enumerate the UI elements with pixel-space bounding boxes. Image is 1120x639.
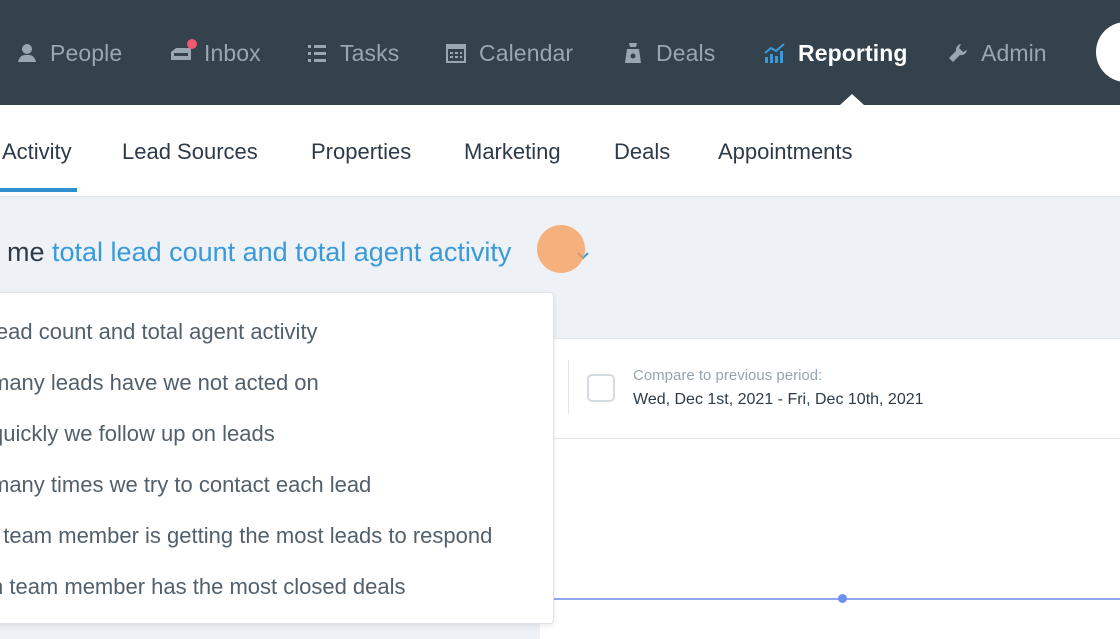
tab-marketing[interactable]: Marketing — [464, 139, 561, 165]
tab-lead-sources[interactable]: Lead Sources — [122, 139, 258, 165]
dropdown-option[interactable]: many leads have we not acted on — [0, 370, 319, 396]
nav-deals-label: Deals — [656, 39, 716, 66]
compare-checkbox[interactable] — [587, 374, 615, 402]
report-subtabs: Activity Lead Sources Properties Marketi… — [0, 105, 1120, 197]
calendar-icon — [443, 40, 469, 66]
compare-date-range: Wed, Dec 1st, 2021 - Fri, Dec 10th, 2021 — [633, 391, 924, 408]
top-nav: People Inbox Tasks Calendar Deals Report… — [0, 0, 1120, 105]
tab-properties[interactable]: Properties — [311, 139, 411, 165]
nav-admin[interactable]: Admin — [945, 36, 1047, 70]
tab-appointments[interactable]: Appointments — [718, 139, 853, 165]
nav-people-label: People — [50, 39, 123, 66]
active-nav-caret — [840, 94, 864, 105]
dropdown-option[interactable]: h team member has the most closed deals — [0, 574, 406, 600]
active-tab-underline — [0, 188, 77, 192]
search-button[interactable] — [1096, 22, 1120, 82]
nav-admin-label: Admin — [981, 39, 1047, 66]
reporting-icon — [762, 40, 788, 66]
inbox-icon — [168, 39, 197, 66]
report-dropdown-menu: lead count and total agent activity many… — [0, 292, 554, 624]
nav-reporting[interactable]: Reporting — [762, 36, 908, 70]
report-selector-value[interactable]: total lead count and total agent activit… — [52, 237, 511, 267]
nav-deals[interactable]: Deals — [620, 36, 715, 70]
tasks-icon — [304, 40, 330, 66]
deals-icon — [620, 40, 646, 66]
nav-reporting-label: Reporting — [798, 39, 908, 66]
inbox-badge — [187, 39, 197, 49]
chart-series-line — [540, 598, 1120, 600]
chart-point — [838, 594, 847, 603]
tab-activity[interactable]: Activity — [2, 139, 72, 165]
nav-tasks[interactable]: Tasks — [304, 36, 399, 70]
nav-inbox[interactable]: Inbox — [168, 36, 261, 70]
dropdown-option[interactable]: t team member is getting the most leads … — [0, 523, 492, 549]
dropdown-option[interactable]: many times we try to contact each lead — [0, 472, 371, 498]
nav-inbox-label: Inbox — [204, 39, 261, 66]
dropdown-option[interactable]: quickly we follow up on leads — [0, 421, 275, 447]
people-icon — [14, 40, 40, 66]
compare-label: Compare to previous period: — [633, 367, 823, 384]
report-selector: y me total lead count and total agent ac… — [0, 237, 511, 268]
nav-calendar[interactable]: Calendar — [443, 36, 573, 70]
report-card — [540, 338, 1120, 639]
card-separator — [568, 360, 569, 414]
nav-people[interactable]: People — [14, 36, 122, 70]
admin-icon — [945, 40, 971, 66]
tab-deals[interactable]: Deals — [614, 139, 670, 165]
report-selector-prefix: y me — [0, 237, 45, 267]
card-divider — [540, 438, 1120, 439]
nav-tasks-label: Tasks — [340, 39, 400, 66]
cursor-indicator — [537, 225, 585, 273]
nav-calendar-label: Calendar — [479, 39, 574, 66]
dropdown-option[interactable]: lead count and total agent activity — [0, 319, 318, 345]
